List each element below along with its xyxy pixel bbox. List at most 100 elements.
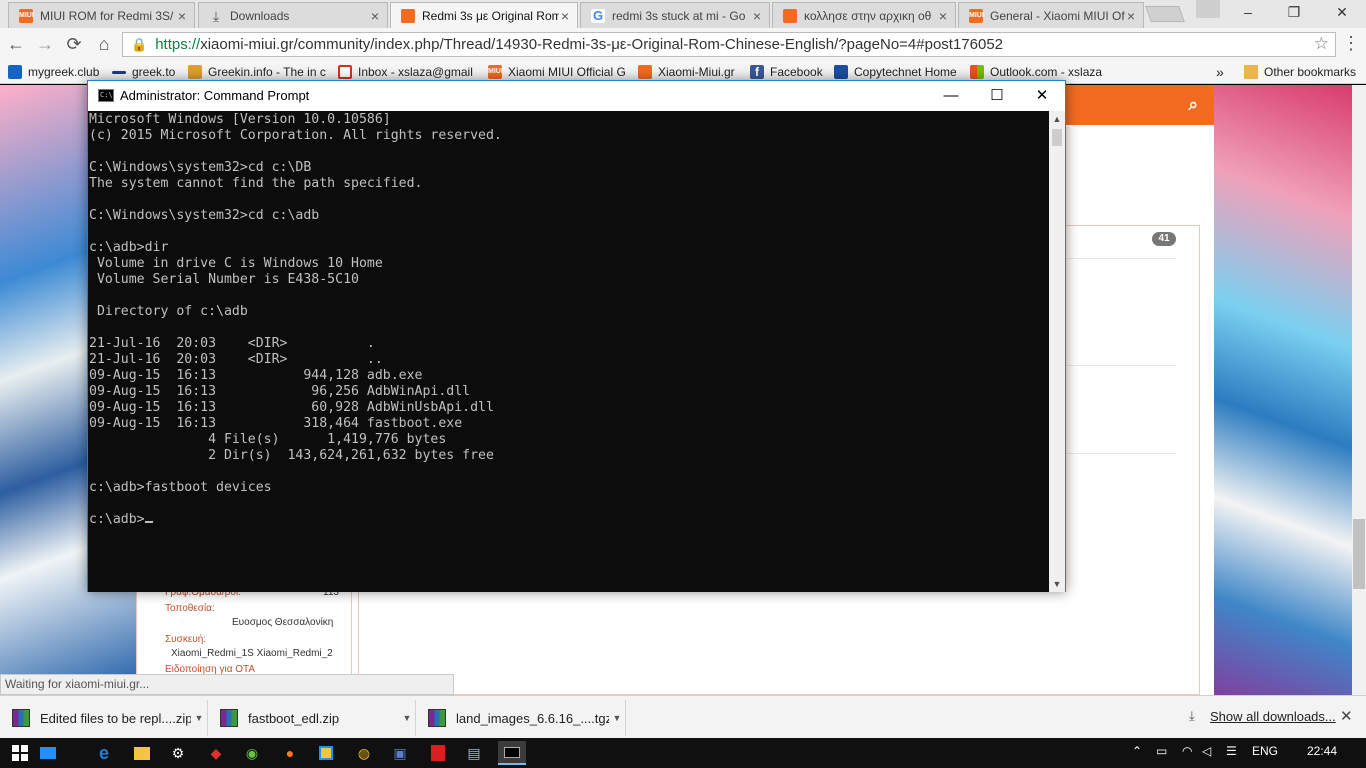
- new-tab-button[interactable]: [1145, 6, 1185, 22]
- save-disk-icon[interactable]: ▣: [388, 741, 412, 765]
- scroll-up-arrow-icon[interactable]: ▲: [1049, 111, 1065, 127]
- reload-button[interactable]: ⟳: [62, 32, 86, 56]
- chevron-down-icon[interactable]: ▼: [609, 713, 625, 723]
- wifi-icon[interactable]: ◠: [1182, 744, 1192, 758]
- tab-close-icon[interactable]: ×: [1125, 8, 1137, 24]
- command-prompt-window[interactable]: C:\ Administrator: Command Prompt — ☐ ✕ …: [87, 80, 1066, 592]
- bookmark-copytechnet[interactable]: Copytechnet Home: [834, 63, 962, 81]
- console-output-area[interactable]: Microsoft Windows [Version 10.0.10586] (…: [88, 111, 1049, 592]
- page-scrollbar-thumb[interactable]: [1353, 519, 1365, 589]
- bookmarks-overflow-button[interactable]: »: [1216, 63, 1230, 81]
- cmd-scrollbar[interactable]: ▲ ▼: [1049, 111, 1065, 592]
- tab-redmi-3s[interactable]: Redmi 3s με Original Rom ×: [390, 2, 578, 29]
- chrome-menu-icon[interactable]: ⋮: [1342, 32, 1360, 56]
- app-icon-yellow[interactable]: [314, 741, 338, 765]
- close-icon[interactable]: ✕: [1340, 707, 1353, 725]
- cmd-scrollbar-thumb[interactable]: [1052, 129, 1062, 146]
- bookmark-gmail-inbox[interactable]: Inbox - xslaza@gmail: [338, 63, 476, 81]
- cmd-minimize-button[interactable]: —: [928, 81, 974, 110]
- windows-icon: [970, 65, 984, 79]
- winrar-archive-icon: [12, 709, 30, 727]
- gmail-icon: [338, 65, 352, 79]
- clock[interactable]: 22:44: [1307, 744, 1337, 758]
- file-explorer-icon[interactable]: [130, 741, 154, 765]
- back-button[interactable]: ←: [4, 32, 28, 56]
- cmd-app-icon: C:\: [98, 89, 114, 102]
- download-item[interactable]: fastboot_edl.zip ▼: [208, 700, 416, 736]
- bookmark-xiaomi-miui-official[interactable]: MIUI Xiaomi MIUI Official G: [488, 63, 628, 81]
- tab-downloads[interactable]: ⤓ Downloads ×: [198, 2, 388, 28]
- browser-minimize-button[interactable]: –: [1226, 0, 1270, 24]
- cmd-title-bar[interactable]: C:\ Administrator: Command Prompt — ☐ ✕: [88, 81, 1065, 111]
- download-item[interactable]: Edited files to be repl....zip ▼: [0, 700, 208, 736]
- sidebar-divider: [1066, 365, 1176, 366]
- start-button[interactable]: [8, 741, 32, 765]
- profile-button[interactable]: [1196, 0, 1220, 18]
- task-view-icon[interactable]: [36, 741, 60, 765]
- volume-icon[interactable]: ◁: [1202, 744, 1211, 758]
- userinfo-label: Συσκευή:: [165, 634, 207, 645]
- tab-close-icon[interactable]: ×: [369, 8, 381, 24]
- bookmark-outlook[interactable]: Outlook.com - xslaza: [970, 63, 1110, 81]
- chevron-up-icon[interactable]: ⌃: [1132, 744, 1142, 758]
- wallpaper-right: [1214, 85, 1352, 695]
- settings-gear-icon[interactable]: ⚙: [166, 741, 190, 765]
- bookmark-star-icon[interactable]: ☆: [1314, 34, 1329, 54]
- bookmark-facebook[interactable]: f Facebook: [750, 63, 826, 81]
- bookmark-label: Other bookmarks: [1264, 65, 1357, 79]
- status-bubble: Waiting for xiaomi-miui.gr...: [0, 674, 454, 695]
- folder-check-icon: [8, 65, 22, 79]
- cmd-window-title: Administrator: Command Prompt: [120, 88, 310, 103]
- bookmark-greekin[interactable]: Greekin.info - The in c: [188, 63, 328, 81]
- command-prompt-taskbar-icon[interactable]: [498, 741, 526, 765]
- tab-close-icon[interactable]: ×: [559, 8, 571, 24]
- bookmark-label: Xiaomi-Miui.gr: [658, 65, 735, 79]
- action-center-icon[interactable]: ☰: [1226, 744, 1237, 758]
- acrobat-pdf-icon[interactable]: [426, 741, 450, 765]
- bookmark-greek-to[interactable]: greek.to: [112, 63, 178, 81]
- bookmark-xiaomi-miui-gr[interactable]: Xiaomi-Miui.gr: [638, 63, 742, 81]
- scroll-down-arrow-icon[interactable]: ▼: [1049, 576, 1065, 592]
- tab-close-icon[interactable]: ×: [176, 8, 188, 24]
- download-item[interactable]: land_images_6.6.16_....tgz ▼: [416, 700, 626, 736]
- tab-title: Downloads: [230, 8, 290, 23]
- edge-browser-icon[interactable]: e: [92, 741, 116, 765]
- browser-maximize-button[interactable]: ❐: [1272, 0, 1316, 24]
- bookmark-label: Greekin.info - The in c: [208, 65, 326, 79]
- app-icon-green[interactable]: ◉: [240, 741, 264, 765]
- tab-close-icon[interactable]: ×: [751, 8, 763, 24]
- winrar-archive-icon: [428, 709, 446, 727]
- tab-google-search[interactable]: G redmi 3s stuck at mi - Go ×: [580, 2, 770, 28]
- show-all-downloads-link[interactable]: Show all downloads...: [1210, 709, 1336, 724]
- search-icon[interactable]: ⌕: [1188, 95, 1198, 115]
- firefox-icon[interactable]: ●: [278, 741, 302, 765]
- console-output: Microsoft Windows [Version 10.0.10586] (…: [89, 112, 502, 527]
- download-filename: land_images_6.6.16_....tgz: [456, 710, 609, 726]
- app-icon-red[interactable]: ◆: [204, 741, 228, 765]
- browser-close-button[interactable]: ✕: [1320, 0, 1364, 24]
- address-bar[interactable]: 🔒 https:// xiaomi-miui.gr/community/inde…: [122, 32, 1336, 57]
- home-button[interactable]: ⌂: [92, 32, 116, 56]
- sidebar-divider: [1066, 453, 1176, 454]
- page-icon: [112, 70, 126, 74]
- tab-general-xiaomi[interactable]: MIUI General - Xiaomi MIUI Of ×: [958, 2, 1144, 28]
- chevron-down-icon[interactable]: ▼: [191, 713, 207, 723]
- chrome-icon[interactable]: ◍: [352, 741, 376, 765]
- bookmark-mygreek-club[interactable]: mygreek.club: [8, 63, 104, 81]
- battery-icon[interactable]: ▭: [1156, 744, 1167, 758]
- tab-miui-rom[interactable]: MIUI MIUI ROM for Redmi 3S/ ×: [8, 2, 195, 28]
- browser-toolbar: ← → ⟳ ⌂ 🔒 https:// xiaomi-miui.gr/commun…: [0, 28, 1366, 60]
- cmd-maximize-button[interactable]: ☐: [974, 81, 1020, 110]
- chevron-down-icon[interactable]: ▼: [399, 713, 415, 723]
- app-icon-monitor[interactable]: ▤: [462, 741, 486, 765]
- tab-close-icon[interactable]: ×: [937, 8, 949, 24]
- cmd-close-button[interactable]: ✕: [1019, 81, 1065, 110]
- other-bookmarks-folder[interactable]: Other bookmarks: [1244, 63, 1362, 81]
- tab-kollise[interactable]: κολλησε στην αρχικη οθ ×: [772, 2, 956, 28]
- language-indicator[interactable]: ENG: [1252, 744, 1278, 758]
- xiaomi-miui-house-icon: [783, 8, 797, 23]
- userinfo-label: Τοποθεσία:: [165, 603, 215, 614]
- page-scrollbar[interactable]: [1352, 85, 1366, 695]
- forward-button[interactable]: →: [33, 32, 57, 56]
- bookmark-label: mygreek.club: [28, 65, 100, 79]
